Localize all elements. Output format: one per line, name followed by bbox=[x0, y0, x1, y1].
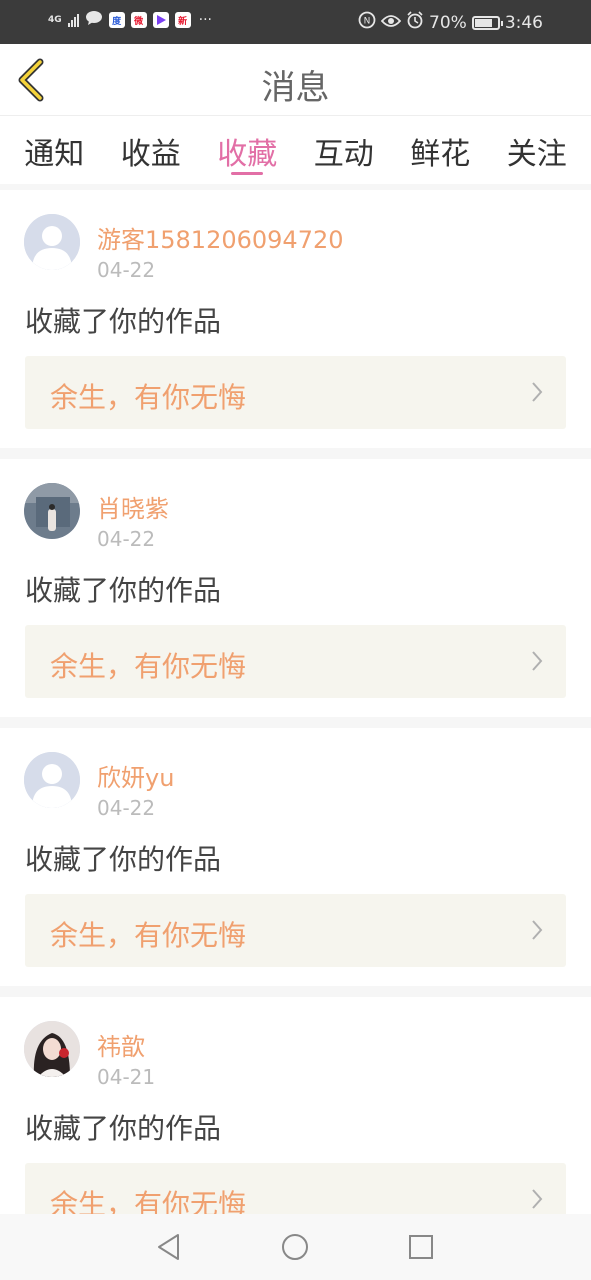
page-title: 消息 bbox=[261, 68, 330, 108]
work-title: 余生，有你无悔 bbox=[50, 919, 247, 952]
message-card: 游客1581206094720 04-22 收藏了你的作品 余生，有你无悔 bbox=[0, 190, 591, 448]
action-text: 收藏了你的作品 bbox=[25, 305, 222, 338]
alarm-icon bbox=[406, 11, 424, 34]
action-text: 收藏了你的作品 bbox=[25, 1112, 222, 1145]
username[interactable]: 祎歆 bbox=[97, 1027, 145, 1062]
more-dots-icon: ··· bbox=[198, 12, 213, 28]
nav-recents-icon[interactable] bbox=[406, 1232, 436, 1262]
tab-label: 通知 bbox=[24, 137, 85, 172]
tab-earnings[interactable]: 收益 bbox=[106, 117, 196, 184]
tab-label: 关注 bbox=[506, 137, 567, 172]
tab-label: 收益 bbox=[120, 137, 181, 172]
system-nav-bar bbox=[0, 1214, 591, 1280]
message-date: 04-22 bbox=[97, 527, 156, 551]
active-tab-indicator bbox=[231, 172, 264, 175]
message-list[interactable]: 游客1581206094720 04-22 收藏了你的作品 余生，有你无悔 肖晓… bbox=[0, 184, 591, 1214]
message-date: 04-21 bbox=[97, 1065, 156, 1089]
action-text: 收藏了你的作品 bbox=[25, 574, 222, 607]
work-link[interactable]: 余生，有你无悔 bbox=[25, 894, 566, 967]
message-icon bbox=[85, 10, 103, 30]
message-date: 04-22 bbox=[97, 796, 156, 820]
avatar[interactable] bbox=[24, 483, 80, 539]
message-card: 祎歆 04-21 收藏了你的作品 余生，有你无悔 bbox=[0, 997, 591, 1214]
svg-text:N: N bbox=[364, 17, 371, 27]
work-link[interactable]: 余生，有你无悔 bbox=[25, 1163, 566, 1214]
work-title: 余生，有你无悔 bbox=[50, 381, 247, 414]
app-header: 消息 bbox=[0, 44, 591, 116]
weibo-icon: 微 bbox=[130, 12, 147, 28]
status-bar-left: 4G 度 微 新 ··· bbox=[48, 10, 212, 30]
signal-icon bbox=[67, 13, 79, 27]
username[interactable]: 游客1581206094720 bbox=[97, 220, 344, 255]
work-title: 余生，有你无悔 bbox=[50, 650, 247, 683]
battery-fill bbox=[474, 18, 492, 27]
nav-home-icon[interactable] bbox=[280, 1232, 310, 1262]
status-bar: 4G 度 微 新 ··· N 70% 3:46 bbox=[0, 0, 591, 44]
tab-label: 鲜花 bbox=[410, 137, 471, 172]
video-icon bbox=[152, 12, 169, 28]
sina-icon: 新 bbox=[174, 12, 191, 28]
tab-bar: 通知 收益 收藏 互动 鲜花 关注 bbox=[0, 117, 591, 184]
action-text: 收藏了你的作品 bbox=[25, 843, 222, 876]
username[interactable]: 肖晓紫 bbox=[97, 489, 169, 524]
chevron-right-icon bbox=[532, 1189, 543, 1209]
nav-back-icon[interactable] bbox=[154, 1232, 184, 1262]
chevron-right-icon bbox=[532, 382, 543, 402]
battery-icon bbox=[471, 15, 503, 30]
status-bar-right: N 70% 3:46 bbox=[358, 11, 543, 34]
message-date: 04-22 bbox=[97, 258, 156, 282]
tab-favorites[interactable]: 收藏 bbox=[202, 117, 292, 184]
avatar[interactable] bbox=[24, 752, 80, 808]
chevron-right-icon bbox=[532, 920, 543, 940]
tab-flowers[interactable]: 鲜花 bbox=[395, 117, 485, 184]
battery-percent: 70% bbox=[429, 12, 467, 33]
photo-avatar-icon bbox=[24, 483, 80, 539]
work-link[interactable]: 余生，有你无悔 bbox=[25, 625, 566, 698]
work-title: 余生，有你无悔 bbox=[50, 1188, 247, 1214]
username[interactable]: 欣妍yu bbox=[97, 758, 174, 793]
tab-interactions[interactable]: 互动 bbox=[299, 117, 389, 184]
avatar[interactable] bbox=[24, 1021, 80, 1077]
tab-follows[interactable]: 关注 bbox=[492, 117, 582, 184]
clock: 3:46 bbox=[504, 12, 543, 33]
chevron-right-icon bbox=[532, 651, 543, 671]
eye-icon bbox=[380, 13, 402, 33]
message-card: 欣妍yu 04-22 收藏了你的作品 余生，有你无悔 bbox=[0, 728, 591, 986]
nfc-icon: N bbox=[358, 11, 376, 34]
tab-label: 收藏 bbox=[217, 137, 278, 172]
default-avatar-icon bbox=[24, 752, 80, 808]
work-link[interactable]: 余生，有你无悔 bbox=[25, 356, 566, 429]
default-avatar-icon bbox=[24, 214, 80, 270]
photo-avatar-icon bbox=[24, 1021, 80, 1077]
baidu-icon: 度 bbox=[108, 12, 125, 28]
avatar[interactable] bbox=[24, 214, 80, 270]
message-card: 肖晓紫 04-22 收藏了你的作品 余生，有你无悔 bbox=[0, 459, 591, 717]
tab-notifications[interactable]: 通知 bbox=[9, 117, 99, 184]
tab-label: 互动 bbox=[313, 137, 374, 172]
network-type: 4G bbox=[48, 14, 62, 25]
